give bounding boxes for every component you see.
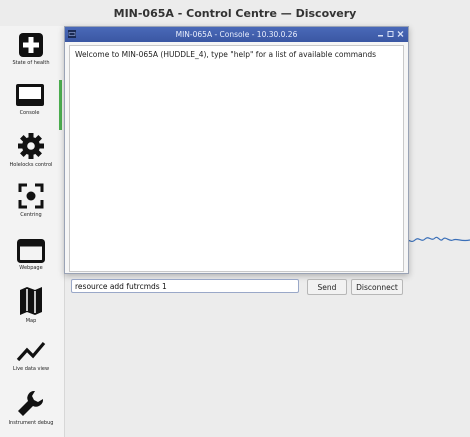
command-input[interactable] [71,279,299,293]
sidebar-item-webpage[interactable]: Webpage [0,237,62,287]
minimize-icon[interactable] [377,30,384,38]
sidebar-item-holelocks-control[interactable]: Holelocks control [0,130,62,180]
app-title: MIN-065A - Control Centre — Discovery [113,6,357,20]
maximize-icon[interactable] [387,30,394,38]
live-waveform [405,236,470,243]
target-icon [18,183,44,209]
send-button[interactable]: Send [307,279,347,295]
sidebar-item-label: Console [19,110,40,116]
disconnect-button[interactable]: Disconnect [351,279,403,295]
sidebar-item-label: Instrument debug [8,420,54,426]
sidebar-item-label: Webpage [19,265,43,271]
wrench-icon [18,390,44,416]
console-output-text: Welcome to MIN-065A (HUDDLE_4), type "he… [75,50,377,59]
sidebar-item-label: State of health [12,60,50,66]
sidebar: State of health Console Holelocks contro… [0,26,65,437]
sidebar-item-console[interactable]: Console [0,80,62,130]
window-menu-icon[interactable] [68,30,76,38]
browser-icon [17,239,45,263]
console-window: MIN-065A - Console - 10.30.0.26 Welcome … [64,26,409,295]
sidebar-item-label: Holelocks control [9,162,53,168]
sidebar-item-live-data-view[interactable]: Live data view [0,336,62,386]
monitor-icon [15,84,44,106]
sidebar-item-label: Centring [20,212,42,218]
sidebar-item-state-of-health[interactable]: State of health [0,30,62,80]
trend-icon [16,341,46,362]
console-output[interactable]: Welcome to MIN-065A (HUDDLE_4), type "he… [69,45,404,272]
sidebar-item-label: Map [25,318,37,324]
first-aid-icon [19,33,43,57]
sidebar-item-map[interactable]: Map [0,284,62,334]
app-titlebar: MIN-065A - Control Centre — Discovery [0,0,470,27]
console-titlebar[interactable]: MIN-065A - Console - 10.30.0.26 [65,27,408,42]
sidebar-item-label: Live data view [12,366,50,372]
gear-icon [18,133,44,159]
sidebar-item-instrument-debug[interactable]: Instrument debug [0,386,62,436]
sidebar-item-centring[interactable]: Centring [0,180,62,230]
close-icon[interactable] [397,30,404,38]
map-icon [20,287,42,315]
console-title: MIN-065A - Console - 10.30.0.26 [175,30,298,39]
